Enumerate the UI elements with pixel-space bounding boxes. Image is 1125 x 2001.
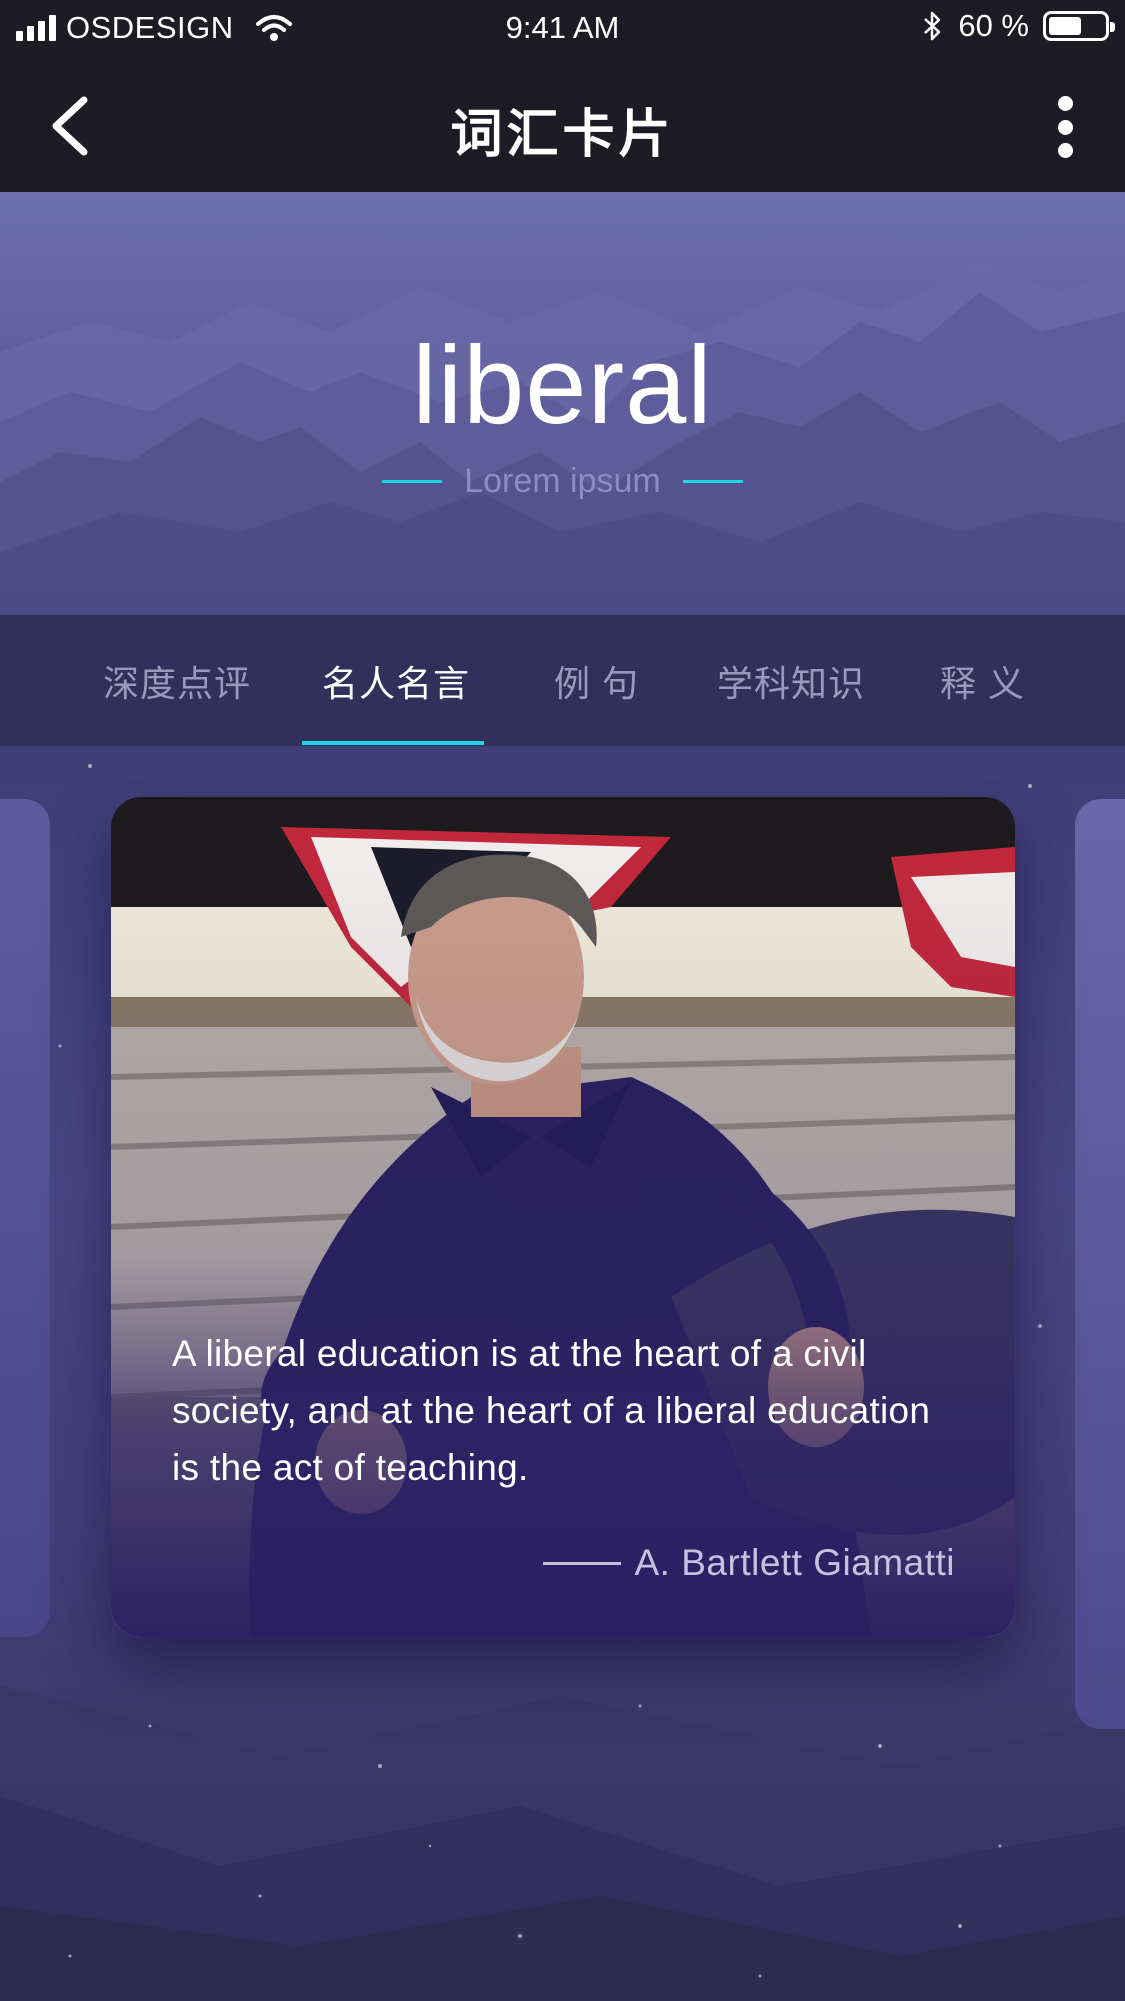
nav-bar: 词汇卡片 xyxy=(0,58,1125,192)
status-bar: OSDESIGN 9:41 AM 60 % xyxy=(0,0,1125,58)
tab-review[interactable]: 深度点评 xyxy=(103,655,251,707)
battery-fill xyxy=(1049,17,1081,35)
quote-author-row: A. Bartlett Giamatti xyxy=(542,1542,956,1584)
page-title: 词汇卡片 xyxy=(450,106,675,164)
tab-example-sentences[interactable]: 例 句 xyxy=(554,655,639,707)
accent-dash-right xyxy=(682,480,743,483)
next-card[interactable] xyxy=(1075,799,1125,1729)
accent-dash-left xyxy=(382,480,443,483)
quote-author: A. Bartlett Giamatti xyxy=(634,1542,955,1583)
active-tab-indicator xyxy=(302,741,484,745)
tab-subject-knowledge[interactable]: 学科知识 xyxy=(717,655,865,707)
author-photo xyxy=(111,797,1015,1637)
battery-icon xyxy=(1043,11,1115,41)
word-subtitle: Lorem ipsum xyxy=(464,462,661,500)
author-dash xyxy=(542,1561,621,1565)
battery-percent: 60 % xyxy=(958,8,1029,43)
quote-card[interactable]: A liberal education is at the heart of a… xyxy=(111,797,1015,1637)
previous-card[interactable] xyxy=(0,799,50,1637)
tab-definition[interactable]: 释 义 xyxy=(940,655,1025,707)
vocabulary-word: liberal xyxy=(412,324,713,447)
bluetooth-icon xyxy=(924,11,941,41)
card-carousel: A liberal education is at the heart of a… xyxy=(0,746,1125,2001)
quote-text: A liberal education is at the heart of a… xyxy=(172,1333,931,1488)
word-subtitle-row: Lorem ipsum xyxy=(0,462,1125,501)
tab-bar: 深度点评 名人名言 例 句 学科知识 释 义 xyxy=(0,615,1125,746)
more-vertical-icon[interactable] xyxy=(1045,96,1085,158)
tab-famous-quotes[interactable]: 名人名言 xyxy=(322,655,470,707)
word-hero: liberal Lorem ipsum xyxy=(0,192,1125,615)
